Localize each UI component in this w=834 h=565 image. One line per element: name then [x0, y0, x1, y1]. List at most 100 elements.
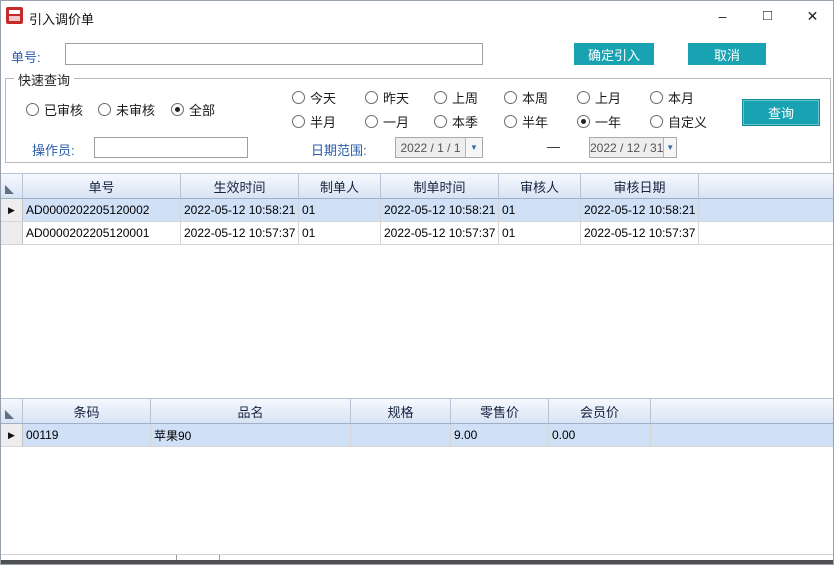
row-selector[interactable]: [1, 222, 23, 244]
radio-half-year[interactable]: 半年: [504, 112, 548, 131]
table-row[interactable]: ▶ 00119 苹果90 9.00 0.00: [1, 424, 834, 447]
cell-creator[interactable]: 01: [299, 199, 381, 221]
column-header-audit-date[interactable]: 审核日期: [581, 174, 699, 198]
radio-audited[interactable]: 已审核: [26, 100, 83, 119]
cell-spec[interactable]: [351, 424, 451, 446]
column-header-effective-time[interactable]: 生效时间: [181, 174, 299, 198]
radio-label: 半月: [310, 112, 336, 131]
column-header-create-time[interactable]: 制单时间: [381, 174, 499, 198]
cell-auditor[interactable]: 01: [499, 222, 581, 244]
radio-label: 全部: [189, 100, 215, 119]
chevron-down-icon[interactable]: ▼: [663, 138, 676, 157]
radio-this-week[interactable]: 本周: [504, 88, 548, 107]
table-row[interactable]: AD0000202205120001 2022-05-12 10:57:37 0…: [1, 222, 834, 245]
close-icon[interactable]: ✕: [790, 1, 834, 31]
query-button[interactable]: 查询: [742, 99, 820, 126]
radio-label: 本季: [452, 112, 478, 131]
radio-label: 本周: [522, 88, 548, 107]
title-bar: 引入调价单 – □ ✕: [1, 1, 833, 31]
column-header-barcode[interactable]: 条码: [23, 399, 151, 423]
radio-icon: [365, 115, 378, 128]
cell-create-time[interactable]: 2022-05-12 10:58:21: [381, 199, 499, 221]
order-no-input[interactable]: [65, 43, 483, 65]
cell-order-no[interactable]: AD0000202205120002: [23, 199, 181, 221]
table-row[interactable]: ▶ AD0000202205120002 2022-05-12 10:58:21…: [1, 199, 834, 222]
radio-label: 昨天: [383, 88, 409, 107]
order-no-label: 单号:: [11, 47, 41, 66]
radio-today[interactable]: 今天: [292, 88, 336, 107]
column-header-auditor[interactable]: 审核人: [499, 174, 581, 198]
radio-one-year[interactable]: 一年: [577, 112, 621, 131]
radio-last-week[interactable]: 上周: [434, 88, 478, 107]
cell-retail-price[interactable]: 9.00: [451, 424, 549, 446]
cell-barcode[interactable]: 00119: [23, 424, 151, 446]
cell-order-no[interactable]: AD0000202205120001: [23, 222, 181, 244]
radio-last-month[interactable]: 上月: [577, 88, 621, 107]
cell-effective-time[interactable]: 2022-05-12 10:58:21: [181, 199, 299, 221]
radio-custom[interactable]: 自定义: [650, 112, 707, 131]
cell-filler: [699, 199, 834, 221]
minimize-icon[interactable]: –: [700, 1, 745, 31]
radio-half-month[interactable]: 半月: [292, 112, 336, 131]
chevron-down-icon[interactable]: ▼: [465, 138, 482, 157]
radio-label: 未审核: [116, 100, 155, 119]
date-to-value: 2022 / 12 / 31: [590, 138, 663, 157]
cell-audit-date[interactable]: 2022-05-12 10:57:37: [581, 222, 699, 244]
radio-icon: [292, 91, 305, 104]
column-header-spec[interactable]: 规格: [351, 399, 451, 423]
radio-this-quarter[interactable]: 本季: [434, 112, 478, 131]
radio-one-month[interactable]: 一月: [365, 112, 409, 131]
column-header-member-price[interactable]: 会员价: [549, 399, 651, 423]
cell-member-price[interactable]: 0.00: [549, 424, 651, 446]
cell-auditor[interactable]: 01: [499, 199, 581, 221]
radio-icon: [434, 91, 447, 104]
radio-all[interactable]: 全部: [171, 100, 215, 119]
row-selector[interactable]: ▶: [1, 424, 23, 446]
radio-yesterday[interactable]: 昨天: [365, 88, 409, 107]
cell-audit-date[interactable]: 2022-05-12 10:58:21: [581, 199, 699, 221]
row-selector[interactable]: ▶: [1, 199, 23, 221]
radio-icon: [504, 91, 517, 104]
radio-label: 自定义: [668, 112, 707, 131]
cell-filler: [699, 222, 834, 244]
cell-filler: [651, 424, 834, 446]
dialog-window: 引入调价单 – □ ✕ 单号: 确定引入 取消 快速查询 已审核 未审核 全部 …: [0, 0, 834, 565]
radio-icon: [577, 115, 590, 128]
quick-query-title: 快速查询: [14, 70, 74, 89]
radio-label: 一月: [383, 112, 409, 131]
bottom-dark-strip: [1, 560, 834, 564]
date-to-select[interactable]: 2022 / 12 / 31 ▼: [589, 137, 677, 158]
radio-icon: [504, 115, 517, 128]
radio-icon: [171, 103, 184, 116]
quick-query-group: 快速查询 已审核 未审核 全部 今天 昨天 上周 本周 上月 本月 半月 一月 …: [5, 78, 831, 163]
radio-icon: [650, 115, 663, 128]
radio-unaudited[interactable]: 未审核: [98, 100, 155, 119]
column-header-filler: [651, 399, 834, 423]
radio-label: 上周: [452, 88, 478, 107]
radio-label: 今天: [310, 88, 336, 107]
cell-creator[interactable]: 01: [299, 222, 381, 244]
date-range-label: 日期范围:: [311, 140, 367, 159]
date-from-select[interactable]: 2022 / 1 / 1 ▼: [395, 137, 483, 158]
column-header-retail-price[interactable]: 零售价: [451, 399, 549, 423]
radio-label: 半年: [522, 112, 548, 131]
radio-icon: [434, 115, 447, 128]
cell-effective-time[interactable]: 2022-05-12 10:57:37: [181, 222, 299, 244]
radio-label: 本月: [668, 88, 694, 107]
radio-this-month[interactable]: 本月: [650, 88, 694, 107]
cell-create-time[interactable]: 2022-05-12 10:57:37: [381, 222, 499, 244]
column-header-product-name[interactable]: 品名: [151, 399, 351, 423]
operator-input[interactable]: [94, 137, 248, 158]
maximize-icon[interactable]: □: [745, 1, 790, 31]
cancel-button[interactable]: 取消: [688, 43, 766, 65]
column-header-order-no[interactable]: 单号: [23, 174, 181, 198]
window-title: 引入调价单: [29, 9, 94, 28]
select-all-corner[interactable]: [1, 174, 23, 198]
confirm-import-button[interactable]: 确定引入: [574, 43, 654, 65]
cell-product-name[interactable]: 苹果90: [151, 424, 351, 446]
radio-icon: [365, 91, 378, 104]
select-all-corner[interactable]: [1, 399, 23, 423]
radio-label: 已审核: [44, 100, 83, 119]
row-marker-icon: ▶: [8, 430, 15, 441]
column-header-creator[interactable]: 制单人: [299, 174, 381, 198]
